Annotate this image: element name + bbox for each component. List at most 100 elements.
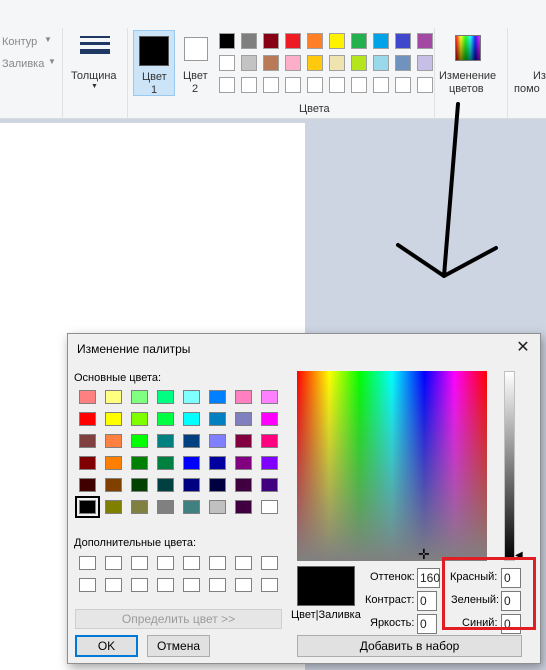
basic-color-swatch[interactable]: [235, 390, 252, 404]
palette-swatch-empty[interactable]: [263, 77, 279, 93]
luminosity-field[interactable]: 0: [417, 614, 437, 634]
basic-color-swatch[interactable]: [79, 390, 96, 404]
basic-color-swatch[interactable]: [261, 390, 278, 404]
saturation-field[interactable]: 0: [417, 591, 437, 611]
basic-color-swatch[interactable]: [209, 456, 226, 470]
fill-chevron-icon[interactable]: ▼: [48, 57, 56, 66]
basic-color-swatch[interactable]: [105, 500, 122, 514]
custom-color-swatch[interactable]: [105, 578, 122, 592]
basic-color-swatch[interactable]: [235, 434, 252, 448]
ok-button[interactable]: OK: [75, 635, 138, 657]
palette-swatch[interactable]: [219, 55, 235, 71]
palette-swatch[interactable]: [329, 55, 345, 71]
basic-color-swatch[interactable]: [235, 456, 252, 470]
define-custom-colors-button[interactable]: Определить цвет >>: [75, 609, 282, 629]
paint3d-label[interactable]: Из: [533, 70, 546, 82]
basic-color-swatch[interactable]: [131, 412, 148, 426]
palette-swatch[interactable]: [373, 55, 389, 71]
basic-color-swatch[interactable]: [157, 390, 174, 404]
custom-color-swatch[interactable]: [79, 556, 96, 570]
basic-color-swatch[interactable]: [209, 500, 226, 514]
palette-swatch[interactable]: [219, 33, 235, 49]
basic-color-swatch[interactable]: [105, 434, 122, 448]
palette-swatch[interactable]: [241, 33, 257, 49]
palette-swatch-empty[interactable]: [285, 77, 301, 93]
palette-swatch[interactable]: [395, 55, 411, 71]
basic-color-swatch[interactable]: [235, 412, 252, 426]
palette-swatch-empty[interactable]: [329, 77, 345, 93]
basic-color-swatch[interactable]: [183, 478, 200, 492]
basic-color-swatch[interactable]: [131, 456, 148, 470]
cancel-button[interactable]: Отмена: [147, 635, 210, 657]
edit-colors-button[interactable]: Изменение цветов: [437, 30, 503, 96]
custom-color-swatch[interactable]: [235, 578, 252, 592]
palette-swatch[interactable]: [373, 33, 389, 49]
custom-color-swatch[interactable]: [131, 556, 148, 570]
palette-swatch-empty[interactable]: [395, 77, 411, 93]
luminosity-slider[interactable]: [504, 371, 515, 561]
basic-color-swatch[interactable]: [183, 500, 200, 514]
palette-swatch[interactable]: [285, 33, 301, 49]
palette-swatch[interactable]: [351, 33, 367, 49]
palette-swatch[interactable]: [263, 33, 279, 49]
custom-color-swatch[interactable]: [105, 556, 122, 570]
palette-swatch[interactable]: [329, 33, 345, 49]
basic-color-swatch[interactable]: [157, 500, 174, 514]
palette-swatch[interactable]: [263, 55, 279, 71]
basic-color-swatch[interactable]: [261, 478, 278, 492]
basic-color-swatch[interactable]: [79, 412, 96, 426]
custom-color-swatch[interactable]: [209, 578, 226, 592]
palette-swatch[interactable]: [285, 55, 301, 71]
basic-color-swatch[interactable]: [235, 478, 252, 492]
palette-swatch[interactable]: [417, 55, 433, 71]
basic-color-swatch[interactable]: [157, 434, 174, 448]
add-to-custom-colors-button[interactable]: Добавить в набор: [297, 635, 522, 657]
palette-swatch[interactable]: [307, 55, 323, 71]
custom-color-swatch[interactable]: [183, 578, 200, 592]
color1-button[interactable]: Цвет 1: [133, 30, 175, 96]
basic-color-swatch[interactable]: [261, 456, 278, 470]
palette-swatch[interactable]: [351, 55, 367, 71]
basic-color-swatch[interactable]: [261, 500, 278, 514]
basic-color-swatch[interactable]: [157, 412, 174, 426]
basic-color-swatch[interactable]: [131, 434, 148, 448]
palette-swatch[interactable]: [395, 33, 411, 49]
basic-color-swatch[interactable]: [157, 478, 174, 492]
basic-color-swatch[interactable]: [75, 496, 100, 518]
basic-color-swatch[interactable]: [235, 500, 252, 514]
basic-color-swatch[interactable]: [183, 456, 200, 470]
custom-color-swatch[interactable]: [183, 556, 200, 570]
palette-swatch-empty[interactable]: [373, 77, 389, 93]
custom-color-swatch[interactable]: [131, 578, 148, 592]
basic-color-swatch[interactable]: [209, 434, 226, 448]
basic-color-swatch[interactable]: [157, 456, 174, 470]
basic-color-swatch[interactable]: [209, 390, 226, 404]
color2-button[interactable]: Цвет 2: [179, 30, 213, 96]
basic-color-swatch[interactable]: [131, 500, 148, 514]
basic-color-swatch[interactable]: [105, 456, 122, 470]
custom-color-swatch[interactable]: [157, 556, 174, 570]
basic-color-swatch[interactable]: [183, 412, 200, 426]
palette-swatch[interactable]: [241, 55, 257, 71]
custom-color-swatch[interactable]: [79, 578, 96, 592]
basic-color-swatch[interactable]: [183, 434, 200, 448]
palette-swatch-empty[interactable]: [219, 77, 235, 93]
palette-swatch[interactable]: [307, 33, 323, 49]
hue-field[interactable]: 160: [417, 568, 440, 588]
palette-swatch[interactable]: [417, 33, 433, 49]
basic-color-swatch[interactable]: [105, 412, 122, 426]
basic-color-swatch[interactable]: [79, 434, 96, 448]
basic-color-swatch[interactable]: [261, 412, 278, 426]
basic-color-swatch[interactable]: [105, 478, 122, 492]
thickness-button[interactable]: Толщина ▼: [68, 30, 122, 92]
palette-swatch-empty[interactable]: [241, 77, 257, 93]
basic-color-swatch[interactable]: [209, 412, 226, 426]
contour-chevron-icon[interactable]: ▼: [44, 35, 52, 44]
contour-label[interactable]: Контур: [2, 36, 37, 48]
palette-swatch-empty[interactable]: [417, 77, 433, 93]
palette-swatch-empty[interactable]: [351, 77, 367, 93]
basic-color-swatch[interactable]: [131, 478, 148, 492]
basic-color-swatch[interactable]: [79, 478, 96, 492]
color-spectrum[interactable]: [297, 371, 487, 561]
basic-color-swatch[interactable]: [183, 390, 200, 404]
